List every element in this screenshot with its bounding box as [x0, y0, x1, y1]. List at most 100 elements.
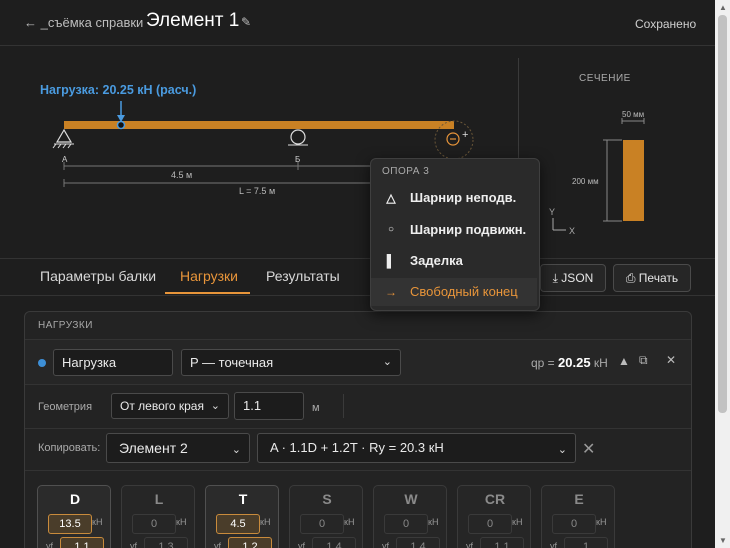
case-value-input[interactable]: 0 — [552, 514, 596, 534]
row-divider — [25, 428, 691, 429]
element-title[interactable]: Элемент 1 — [146, 10, 239, 32]
move-up-icon[interactable]: ▲ — [618, 354, 630, 368]
load-label: Нагрузка: 20.25 кН (расч.) — [40, 83, 196, 97]
case-unit: кН — [428, 517, 439, 527]
case-gamma-label: γf — [466, 541, 474, 548]
case-code: W — [404, 491, 418, 507]
case-gamma-label: γf — [298, 541, 306, 548]
axis-y-label: Y — [549, 207, 555, 217]
support-type-menu: ОПОРА 3 △ Шарнир неподв. ○ Шарнир подвиж… — [370, 158, 540, 311]
case-gamma-label: γf — [130, 541, 138, 548]
case-code: E — [574, 491, 584, 507]
case-value-input[interactable]: 0 — [132, 514, 176, 534]
menu-item-pinned[interactable]: △ Шарнир неподв. — [371, 184, 537, 212]
chevron-down-icon: ⌄ — [557, 444, 567, 456]
pencil-icon[interactable]: ✎ — [241, 15, 251, 29]
load-case-l[interactable]: L 0 кН γf 1.3 — [121, 485, 195, 548]
case-value-input[interactable]: 0 — [300, 514, 344, 534]
case-gamma-input[interactable]: 1.1 — [60, 537, 104, 548]
geometry-reference-value: От левого края — [120, 399, 204, 413]
axes-icon — [552, 218, 566, 231]
geometry-reference-select[interactable]: От левого края ⌄ — [111, 393, 229, 419]
tab-beam-params[interactable]: Параметры балки — [40, 268, 156, 284]
chevron-down-icon: ⌄ — [231, 444, 241, 456]
chevron-down-icon: ⌄ — [210, 400, 220, 412]
menu-item-label: Свободный конец — [410, 284, 518, 299]
load-case-cr[interactable]: CR 0 кН γf 1.1 — [457, 485, 531, 548]
support-menu-title: ОПОРА 3 — [382, 166, 430, 177]
copy-label: Копировать: — [38, 442, 101, 454]
print-button[interactable]: ⎙ Печать — [613, 264, 691, 292]
load-case-w[interactable]: W 0 кН γf 1.4 — [373, 485, 447, 548]
row-divider — [25, 470, 691, 471]
case-gamma-input[interactable]: 1 — [564, 537, 608, 548]
case-code: L — [154, 491, 164, 507]
menu-item-fixed[interactable]: ▌ Заделка — [371, 247, 537, 275]
case-gamma-input[interactable]: 1.3 — [144, 537, 188, 548]
qp-unit: кН — [590, 356, 608, 370]
span-label: 4.5 м — [171, 170, 192, 180]
menu-item-free-end[interactable]: → Свободный конец — [371, 278, 537, 306]
copy-source-value: Элемент 2 — [119, 440, 188, 456]
export-json-button[interactable]: ⤓ JSON — [540, 264, 606, 292]
case-gamma-input[interactable]: 1.4 — [312, 537, 356, 548]
case-value-input[interactable]: 0 — [384, 514, 428, 534]
copy-combination-select[interactable]: A · 1.1D + 1.2T · Ry = 20.3 кН ⌄ — [257, 433, 576, 463]
load-color-dot — [38, 359, 46, 367]
case-value-input[interactable]: 0 — [468, 514, 512, 534]
load-name-value: Нагрузка — [62, 355, 117, 370]
section-title: СЕЧЕНИЕ — [579, 73, 631, 84]
case-value-input[interactable]: 13.5 — [48, 514, 92, 534]
scrollbar[interactable]: ▲ ▼ — [715, 0, 730, 548]
svg-text:+: + — [462, 129, 468, 141]
roller-support-icon[interactable] — [288, 129, 308, 146]
tab-loads[interactable]: Нагрузки — [180, 268, 238, 284]
copy-combination-value: A · 1.1D + 1.2T · Ry = 20.3 кН — [270, 440, 444, 455]
geometry-label: Геометрия — [38, 401, 93, 413]
clear-copy-icon[interactable]: ✕ — [582, 439, 595, 459]
circle-icon: ○ — [387, 224, 395, 235]
section-rect — [623, 140, 644, 221]
case-gamma-label: γf — [214, 541, 222, 548]
qp-label: qp = — [531, 356, 559, 370]
axis-x-label: X — [569, 226, 575, 236]
duplicate-icon[interactable]: ⧉ — [639, 353, 648, 368]
menu-item-label: Заделка — [410, 253, 463, 268]
load-type-select[interactable]: P — точечная ⌄ — [181, 349, 401, 376]
scroll-up-icon[interactable]: ▲ — [719, 3, 727, 12]
save-status: Сохранено — [635, 17, 697, 31]
copy-source-select[interactable]: Элемент 2 ⌄ — [106, 433, 250, 463]
load-name-input[interactable]: Нагрузка — [53, 349, 173, 376]
load-cases: D 13.5 кН γf 1.1 L 0 кН γf 1.3 T 4.5 кН … — [37, 485, 687, 548]
load-case-s[interactable]: S 0 кН γf 1.4 — [289, 485, 363, 548]
delete-icon[interactable]: ✕ — [666, 353, 676, 367]
pinned-support-icon[interactable] — [52, 128, 74, 149]
case-value-input[interactable]: 4.5 — [216, 514, 260, 534]
case-gamma-input[interactable]: 1.4 — [396, 537, 440, 548]
menu-item-label: Шарнир подвижн. — [410, 222, 527, 237]
load-row: Нагрузка P — точечная ⌄ qp = 20.25 кН ▲ … — [25, 339, 691, 385]
geometry-position-value: 1.1 — [243, 398, 262, 413]
section-height-label: 200 мм — [572, 177, 599, 186]
loads-panel: НАГРУЗКИ Нагрузка P — точечная ⌄ qp = 20… — [24, 311, 692, 548]
design-load-readout: qp = 20.25 кН — [531, 355, 608, 370]
case-gamma-label: γf — [46, 541, 54, 548]
menu-item-roller[interactable]: ○ Шарнир подвижн. — [371, 216, 537, 244]
case-gamma-input[interactable]: 1.2 — [228, 537, 272, 548]
tab-results[interactable]: Результаты — [266, 268, 340, 284]
load-point[interactable] — [116, 120, 126, 130]
case-unit: кН — [176, 517, 187, 527]
scrollbar-thumb[interactable] — [718, 15, 727, 413]
scroll-down-icon[interactable]: ▼ — [719, 536, 727, 545]
load-case-e[interactable]: E 0 кН γf 1 — [541, 485, 615, 548]
case-gamma-input[interactable]: 1.1 — [480, 537, 524, 548]
load-arrow-icon[interactable] — [117, 101, 125, 122]
load-case-d[interactable]: D 13.5 кН γf 1.1 — [37, 485, 111, 548]
active-tab-indicator — [165, 292, 250, 294]
arrow-right-icon: → — [385, 285, 397, 299]
top-bar: ← _съёмка справки Элемент 1 ✎ Сохранено — [0, 0, 715, 46]
back-link[interactable]: ← _съёмка справки — [24, 15, 143, 30]
geometry-position-input[interactable]: 1.1 — [234, 392, 304, 420]
case-code: D — [69, 491, 81, 507]
load-case-t[interactable]: T 4.5 кН γf 1.2 — [205, 485, 279, 548]
